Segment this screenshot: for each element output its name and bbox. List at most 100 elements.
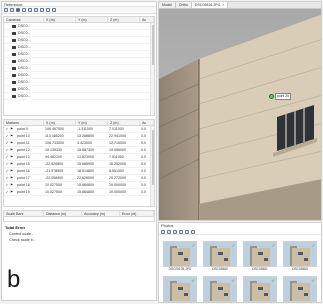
remove-icon[interactable] <box>161 229 165 234</box>
camera-row[interactable]: DSC0... <box>4 93 154 100</box>
reset-icon[interactable] <box>46 8 50 12</box>
scalebars-table: Scale Bars Distance (m) Accuracy (m) Err… <box>3 210 155 222</box>
photo-thumbnail[interactable]: ✓ DSC05460 <box>203 241 237 272</box>
marker-flag-icon[interactable] <box>269 94 274 99</box>
column-header[interactable]: Ac <box>140 120 154 125</box>
column-header[interactable]: Accuracy (m) <box>82 211 120 216</box>
marker-name: point 11 <box>17 141 30 145</box>
cameras-scrollbar[interactable] <box>150 23 154 115</box>
reset-filter-icon[interactable] <box>167 229 171 234</box>
camera-label: DSC0... <box>18 52 31 56</box>
column-header[interactable]: Ac <box>140 17 154 22</box>
photos-toolbar <box>159 229 321 235</box>
marker-row[interactable]: ✓ ⚑ point 16 -21.978900 18.514800 6.551000 0.0 <box>4 168 154 175</box>
markers-scrollbar[interactable] <box>150 126 154 206</box>
column-header[interactable]: Z (m) <box>108 17 140 22</box>
settings-icon[interactable] <box>28 8 32 12</box>
marker-row[interactable]: ✓ ⚑ point 15 -22.826800 15.685900 16.252000 0.… <box>4 161 154 168</box>
camera-row[interactable]: DSC0... <box>4 51 154 58</box>
photo-thumbnail[interactable]: ✓ DSC05105.JPG <box>163 241 197 272</box>
tab-photo[interactable]: DSC05816.JPG × <box>191 2 229 8</box>
column-header[interactable]: Markers <box>4 120 44 125</box>
column-header[interactable]: Y (m) <box>76 17 108 22</box>
marker-z: 7.011000 <box>109 127 124 131</box>
marker-x: -21.978900 <box>45 169 64 173</box>
total-error-item[interactable]: Check scale b... <box>3 237 155 243</box>
camera-icon <box>12 59 16 63</box>
column-header[interactable]: Scale Bars <box>4 211 44 216</box>
marker-z: 12.716000 <box>109 141 126 145</box>
photo-caption: DSC05465 <box>292 267 308 271</box>
camera-row[interactable]: DSC0... <box>4 44 154 51</box>
camera-row[interactable]: DSC0... <box>4 79 154 86</box>
column-header[interactable]: Distance (m) <box>44 211 82 216</box>
marker-x: -22.058400 <box>45 176 64 180</box>
marker-x: 94.482200 <box>45 155 62 159</box>
view-errors-icon[interactable] <box>40 8 44 12</box>
view-icon[interactable] <box>191 229 195 234</box>
marker-z: 20.272000 <box>109 176 126 180</box>
marker-row[interactable]: ✓ ⚑ point 10 113.085200 13.288800 22.941000 0.… <box>4 133 154 140</box>
photo-thumbnail[interactable]: ✓ DSC05461 <box>243 241 277 272</box>
filter-icon[interactable] <box>52 8 56 12</box>
marker-name: point 10 <box>17 134 30 138</box>
marker-z: 19.000000 <box>109 190 126 194</box>
rotate-icon[interactable] <box>173 229 177 234</box>
column-header[interactable]: X (m) <box>44 17 76 22</box>
photo-thumbnail[interactable]: ✓ <box>243 276 277 302</box>
model-view[interactable]: Model Ortho DSC05816.JPG × point 25 <box>158 1 322 221</box>
photo-thumbnail[interactable]: ✓ <box>163 276 197 302</box>
camera-icon <box>12 24 16 28</box>
marker-row[interactable]: ✓ ⚑ point 19 10.027500 15.684800 19.000000 0.0 <box>4 189 154 196</box>
marker-y: -1.311000 <box>77 127 93 131</box>
convert-icon[interactable] <box>16 8 20 12</box>
photo-thumbnail[interactable]: ✓ DSC05465 <box>283 241 317 272</box>
marker-z: 19.096000 <box>109 148 126 152</box>
marker-row[interactable]: ✓ ⚑ point 9 106.467500 -1.311000 7.011000 0.0 <box>4 126 154 133</box>
tab-photo-label: DSC05816.JPG <box>194 3 221 7</box>
close-icon[interactable]: × <box>222 3 224 7</box>
camera-label: DSC0... <box>18 31 31 35</box>
marker-row[interactable]: ✓ ⚑ point 18 10.027500 15.684800 19.000000 0.0 <box>4 182 154 189</box>
import-icon[interactable] <box>4 8 8 12</box>
photo-thumbnail[interactable]: ✓ <box>283 276 317 302</box>
camera-row[interactable]: DSC0... <box>4 23 154 30</box>
camera-icon <box>12 45 16 49</box>
disable-icon[interactable] <box>185 229 189 234</box>
marker-z: 7.511000 <box>109 155 124 159</box>
camera-row[interactable]: DSC0... <box>4 30 154 37</box>
column-header[interactable]: X (m) <box>44 120 76 125</box>
photo-thumbnail[interactable]: ✓ <box>203 276 237 302</box>
camera-row[interactable]: DSC0... <box>4 86 154 93</box>
figure-label: b <box>7 266 21 293</box>
marker-row[interactable]: ✓ ⚑ point 11 108.733000 4.423000 12.716000 0.0 <box>4 140 154 147</box>
update-icon[interactable] <box>34 8 38 12</box>
camera-label: DSC0... <box>18 94 31 98</box>
marker-y: 18.514800 <box>77 169 94 173</box>
export-icon[interactable] <box>10 8 14 12</box>
camera-icon <box>12 94 16 98</box>
column-header[interactable]: Error (m) <box>120 211 154 216</box>
tab-ortho[interactable]: Ortho <box>175 2 192 8</box>
markers-table: Markers X (m) Y (m) Z (m) Ac ✓ ⚑ point 9 10… <box>3 119 155 207</box>
camera-row[interactable]: DSC0... <box>4 37 154 44</box>
camera-row[interactable]: DSC0... <box>4 58 154 65</box>
column-header[interactable]: Cameras <box>4 17 44 22</box>
column-header[interactable]: Z (m) <box>108 120 140 125</box>
marker-x: -22.826800 <box>45 162 64 166</box>
enable-icon[interactable] <box>179 229 183 234</box>
optimize-icon[interactable] <box>22 8 26 12</box>
marker-row[interactable]: ✓ ⚑ point 13 94.482200 13.823000 7.511000 0.0 <box>4 154 154 161</box>
camera-row[interactable]: DSC0... <box>4 65 154 72</box>
camera-row[interactable]: DSC0... <box>4 72 154 79</box>
marker-row[interactable]: ✓ ⚑ point 12 10.139330 15.887300 19.096000 0.0 <box>4 147 154 154</box>
camera-label: DSC0... <box>18 24 31 28</box>
marker-x: 113.085200 <box>45 134 64 138</box>
marker-row[interactable]: ✓ ⚑ point 17 -22.058400 22.626000 20.272000 0.… <box>4 175 154 182</box>
marker-y: 13.288800 <box>77 134 94 138</box>
building-photo <box>159 9 321 220</box>
scalebars-table-header: Scale Bars Distance (m) Accuracy (m) Err… <box>4 211 154 217</box>
tab-model[interactable]: Model <box>159 2 176 8</box>
marker-name: point 16 <box>17 169 30 173</box>
column-header[interactable]: Y (m) <box>76 120 108 125</box>
